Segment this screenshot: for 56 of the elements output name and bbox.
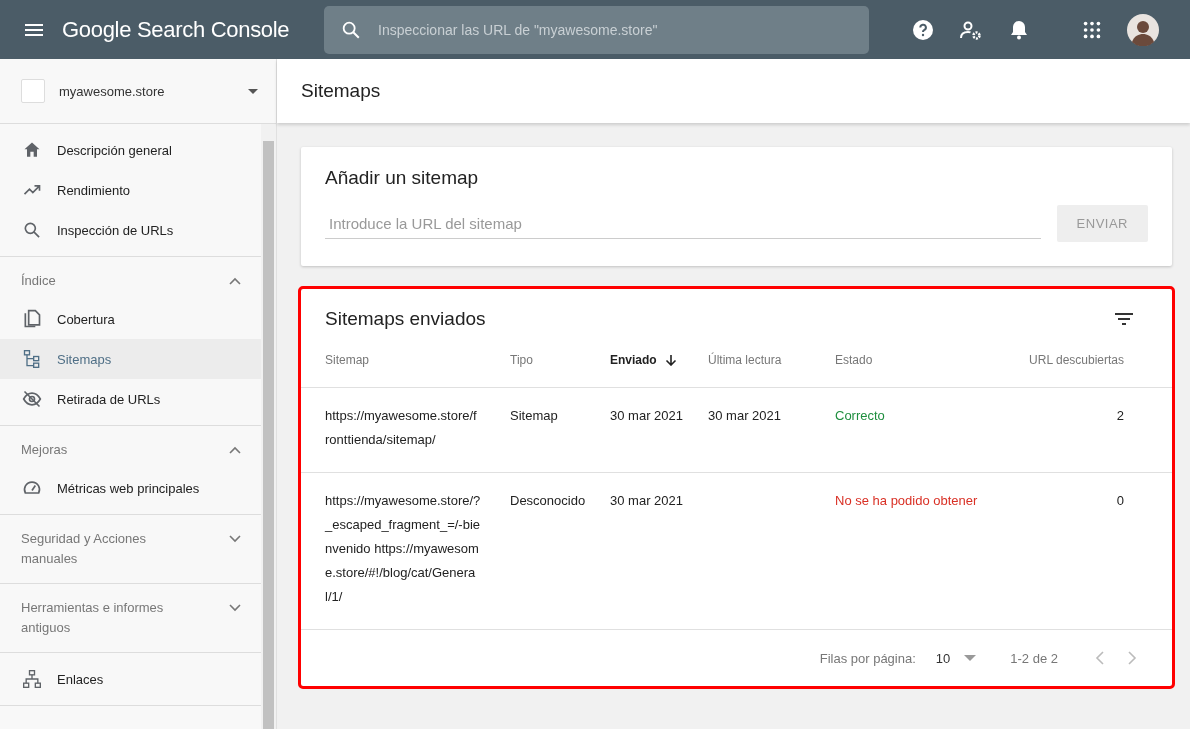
sitemap-icon (22, 349, 42, 369)
table-cell: 30 mar 2021 (610, 408, 683, 423)
column-header[interactable]: Tipo (510, 353, 533, 367)
avatar-icon[interactable] (1127, 13, 1159, 46)
sitemap-url: https://myawesome.store/fronttienda/sitemap/ (325, 407, 478, 449)
table-cell: 30 mar 2021 (610, 493, 683, 508)
table-cell: 2 (1116, 408, 1124, 423)
section-header[interactable]: Seguridad y Acciones manuales (0, 521, 261, 577)
column-header[interactable]: Sitemap (325, 353, 370, 367)
property-selector[interactable]: myawesome.store (0, 59, 276, 124)
column-header[interactable]: URL descubiertas (1029, 353, 1124, 367)
search-input[interactable]: Inspeccionar las URL de "myawesome.store" (376, 20, 853, 39)
section-header[interactable]: Índice (0, 263, 261, 299)
nav-item[interactable]: Métricas web principales (0, 468, 261, 508)
table-cell: Sitemap (510, 408, 558, 423)
column-header[interactable]: Enviado (610, 353, 677, 367)
card-title: Sitemaps enviados (325, 308, 486, 330)
eyeoff-icon (22, 389, 42, 409)
nav-item[interactable]: Inspección de URLs (0, 210, 261, 250)
table-cell: 0 (1116, 493, 1124, 508)
nav-item[interactable]: Retirada de URLs (0, 379, 261, 419)
caret-icon (248, 88, 258, 94)
property-favicon (21, 79, 45, 103)
card-title: Añadir un sitemap (325, 167, 480, 189)
scrollbar[interactable] (261, 124, 276, 729)
page-range: 1-2 de 2 (1010, 650, 1058, 666)
page-title: Sitemaps (301, 80, 381, 102)
column-header[interactable]: Última lectura (708, 353, 782, 367)
links-icon (22, 669, 42, 689)
sort-arrow-icon (664, 354, 677, 366)
search-field[interactable]: Inspeccionar las URL de "myawesome.store" (324, 5, 869, 54)
table-cell: Desconocido (510, 493, 586, 508)
table-cell: 30 mar 2021 (708, 408, 781, 423)
chevron-icon (229, 604, 241, 612)
home-icon (22, 140, 42, 160)
nav-item[interactable]: Rendimiento (0, 170, 261, 210)
section-header[interactable]: Mejoras (0, 432, 261, 468)
rows-per-page-dropdown[interactable]: 10 (935, 650, 977, 666)
nav-item[interactable]: Descripción general (0, 130, 261, 170)
chevron-icon (229, 535, 241, 543)
status-text: No se ha podido obtener (835, 493, 978, 508)
dropdown-caret-icon (964, 655, 977, 661)
search-icon (22, 220, 42, 240)
nav-item[interactable]: Enlaces (0, 659, 261, 699)
column-header[interactable]: Estado (835, 353, 873, 367)
help-icon[interactable] (911, 17, 935, 42)
files-icon (22, 309, 42, 329)
sitemap-url: https://myawesome.store/?_escaped_fragment_=/-bienvenido https://myawesome.store/#!/blog/cat/General/1/ (325, 492, 481, 606)
status-text: Correcto (835, 408, 885, 423)
chevron-icon (229, 277, 241, 285)
product-logo-text[interactable]: Google Search Console (62, 16, 324, 43)
section-header[interactable]: Herramientas e informes antiguos (0, 590, 261, 646)
nav-item[interactable]: Cobertura (0, 299, 261, 339)
nav-item[interactable]: Sitemaps (0, 339, 261, 379)
rows-per-page-label: Filas por página: (819, 650, 916, 666)
chevron-icon (229, 446, 241, 454)
